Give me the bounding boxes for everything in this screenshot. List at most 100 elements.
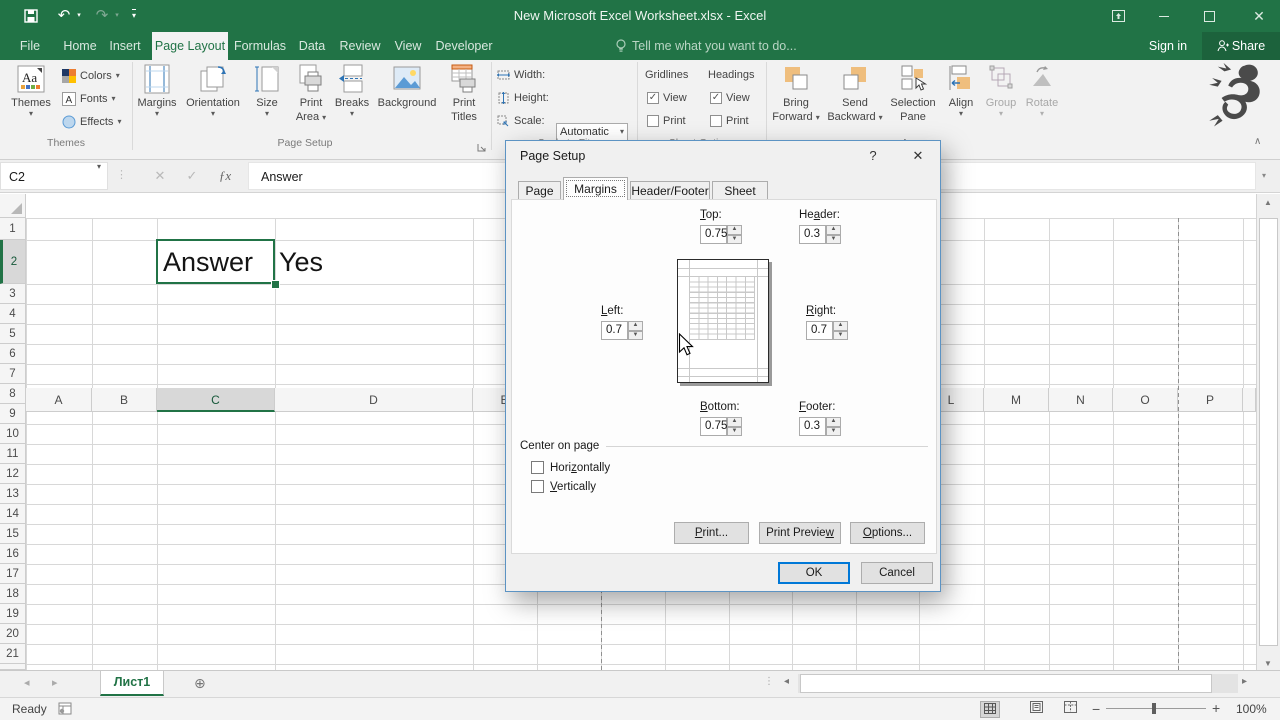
bottom-margin-spin-buttons[interactable]: ▲▼ [727, 417, 742, 436]
cell-D2[interactable]: Yes [279, 240, 323, 284]
background-button[interactable]: Background [375, 62, 439, 110]
new-sheet-button[interactable]: ⊕ [194, 675, 206, 692]
tab-review[interactable]: Review [336, 32, 384, 60]
tell-me-box[interactable]: Tell me what you want to do... [632, 32, 812, 60]
zoom-level[interactable]: 100% [1236, 702, 1267, 716]
tab-data[interactable]: Data [292, 32, 332, 60]
themes-button[interactable]: Aa Themes ▾ [6, 62, 56, 118]
hscroll-left-icon[interactable]: ◂ [784, 676, 789, 687]
headings-print-checkbox[interactable]: Print [710, 110, 749, 132]
selection-pane-button[interactable]: Selection Pane [886, 62, 940, 124]
share-button[interactable]: Share [1202, 32, 1280, 60]
hscroll-right-icon[interactable]: ▸ [1242, 676, 1247, 687]
print-button[interactable]: Print... [674, 522, 749, 544]
print-titles-button[interactable]: Print Titles [441, 62, 487, 124]
name-box[interactable]: C2 ▾ [0, 162, 108, 190]
insert-function-icon[interactable]: ƒx [210, 160, 240, 192]
column-header-M[interactable]: M [984, 388, 1049, 412]
effects-button[interactable]: Effects▾ [62, 111, 121, 133]
print-area-button[interactable]: Print Area ▾ [291, 62, 331, 124]
right-margin-input[interactable]: 0.7 [806, 321, 833, 340]
column-header-N[interactable]: N [1049, 388, 1113, 412]
name-box-dropdown-icon[interactable]: ▾ [97, 163, 101, 171]
size-button[interactable]: Size ▾ [243, 62, 291, 118]
ok-button[interactable]: OK [778, 562, 850, 584]
cancel-button[interactable]: Cancel [861, 562, 933, 584]
scroll-up-icon[interactable]: ▲ [1260, 198, 1276, 207]
row-header-10[interactable]: 10 [0, 424, 26, 444]
collapse-ribbon-icon[interactable]: ∧ [1254, 136, 1261, 147]
colors-button[interactable]: Colors▾ [62, 65, 120, 87]
bottom-margin-input[interactable]: 0.75 [700, 417, 727, 436]
header-margin-input[interactable]: 0.3 [799, 225, 826, 244]
maximize-button[interactable] [1191, 0, 1227, 32]
sheet-nav-left-icon[interactable]: ◂ [24, 676, 30, 689]
page-layout-view-icon[interactable] [1026, 701, 1046, 718]
zoom-in-button[interactable]: + [1212, 700, 1220, 716]
column-header-A[interactable]: A [26, 388, 92, 412]
row-header-19[interactable]: 19 [0, 604, 26, 624]
fill-handle[interactable] [271, 280, 280, 289]
enter-entry-icon[interactable]: ✓ [178, 160, 206, 192]
dialog-tab-header-footer[interactable]: Header/Footer [630, 181, 710, 200]
row-header-7[interactable]: 7 [0, 364, 26, 384]
tab-formulas[interactable]: Formulas [232, 32, 288, 60]
horizontally-label[interactable]: Horizontally [550, 462, 610, 474]
column-header-O[interactable]: O [1113, 388, 1178, 412]
bring-forward-button[interactable]: Bring Forward ▾ [770, 62, 822, 124]
tab-developer[interactable]: Developer [432, 32, 496, 60]
breaks-button[interactable]: Breaks ▾ [331, 62, 373, 118]
row-header-11[interactable]: 11 [0, 444, 26, 464]
dialog-title-bar[interactable]: Page Setup ? ✕ [506, 141, 940, 171]
horizontally-checkbox[interactable] [531, 461, 544, 474]
column-header-B[interactable]: B [92, 388, 157, 412]
row-header-2[interactable]: 2 [0, 240, 26, 284]
horizontal-scroll-thumb[interactable] [800, 674, 1212, 693]
dialog-close-button[interactable]: ✕ [906, 148, 930, 164]
sheet-nav-right-icon[interactable]: ▸ [52, 676, 58, 689]
row-header-1[interactable]: 1 [0, 218, 26, 240]
zoom-slider-thumb[interactable] [1152, 703, 1156, 714]
column-header-C[interactable]: C [157, 388, 275, 412]
vertical-scrollbar[interactable]: ▲ ▼ [1256, 194, 1280, 670]
row-header-3[interactable]: 3 [0, 284, 26, 304]
ribbon-display-options-icon[interactable] [1100, 0, 1136, 32]
formula-bar-expand-icon[interactable]: ▾ [1262, 160, 1266, 192]
headings-view-checkbox[interactable]: ✓View [710, 87, 750, 109]
tab-file[interactable]: File [8, 32, 52, 60]
left-margin-spin-buttons[interactable]: ▲▼ [628, 321, 643, 340]
row-header-16[interactable]: 16 [0, 544, 26, 564]
sheet-tab-list1[interactable]: Лист1 [100, 671, 164, 696]
dialog-tab-margins[interactable]: Margins [563, 177, 628, 200]
vertically-checkbox[interactable] [531, 480, 544, 493]
tab-view[interactable]: View [388, 32, 428, 60]
dialog-tab-sheet[interactable]: Sheet [712, 181, 768, 200]
margins-button[interactable]: Margins ▾ [131, 62, 183, 118]
page-setup-dialog-launcher-icon[interactable] [477, 139, 486, 157]
row-header-15[interactable]: 15 [0, 524, 26, 544]
header-margin-spin-buttons[interactable]: ▲▼ [826, 225, 841, 244]
row-header-8[interactable]: 8 [0, 384, 26, 404]
options-button[interactable]: Options... [850, 522, 925, 544]
column-header-D[interactable]: D [275, 388, 473, 412]
left-margin-input[interactable]: 0.7 [601, 321, 628, 340]
column-header-P[interactable]: P [1178, 388, 1243, 412]
gridlines-view-checkbox[interactable]: ✓View [647, 87, 687, 109]
gridlines-print-checkbox[interactable]: Print [647, 110, 686, 132]
fonts-button[interactable]: A Fonts▾ [62, 88, 116, 110]
minimize-button[interactable] [1146, 0, 1182, 32]
send-backward-button[interactable]: Send Backward ▾ [826, 62, 884, 124]
tab-home[interactable]: Home [58, 32, 102, 60]
row-header-21[interactable]: 21 [0, 644, 26, 664]
footer-margin-input[interactable]: 0.3 [799, 417, 826, 436]
row-header-14[interactable]: 14 [0, 504, 26, 524]
right-margin-spin-buttons[interactable]: ▲▼ [833, 321, 848, 340]
vertically-label[interactable]: Vertically [550, 481, 596, 493]
print-preview-button[interactable]: Print Preview [759, 522, 841, 544]
row-header-5[interactable]: 5 [0, 324, 26, 344]
row-header-13[interactable]: 13 [0, 484, 26, 504]
group-button[interactable]: Group ▾ [982, 62, 1020, 118]
page-break-view-icon[interactable] [1060, 701, 1080, 718]
row-header-6[interactable]: 6 [0, 344, 26, 364]
zoom-slider-track[interactable] [1106, 708, 1206, 709]
